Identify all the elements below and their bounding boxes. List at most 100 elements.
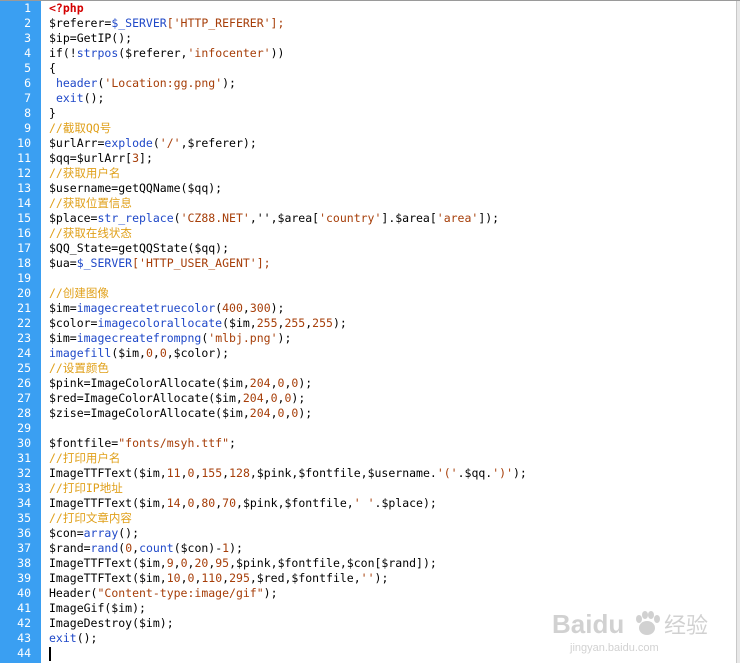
line-number: 24	[17, 346, 31, 360]
code-token: );	[374, 571, 389, 585]
code-area[interactable]: <?php $referer=$_SERVER['HTTP_REFERER']; $…	[41, 1, 740, 663]
code-token: imagecolorallocate	[97, 316, 223, 330]
line-number: 26	[17, 376, 31, 390]
code-token: <?php	[49, 1, 84, 15]
code-token: ))	[270, 46, 285, 60]
code-token: $_SERVER	[111, 16, 167, 30]
code-token: //获取在线状态	[49, 226, 132, 240]
code-token: ,	[263, 391, 271, 405]
line-number: 5	[24, 61, 31, 75]
code-line[interactable]: //截取QQ号	[49, 121, 740, 136]
code-token: ,	[180, 496, 188, 510]
code-line[interactable]: $qq=$urlArr[3];	[49, 151, 740, 166]
code-line[interactable]: //创建图像	[49, 286, 740, 301]
code-token: 204	[249, 376, 271, 390]
code-line[interactable]: imagefill($im,0,0,$color);	[49, 346, 740, 361]
code-token: ImageTTFText($im,	[49, 466, 167, 480]
code-line[interactable]: //打印用户名	[49, 451, 740, 466]
code-token: 'mlbj.png'	[208, 331, 278, 345]
code-line[interactable]: $pink=ImageColorAllocate($im,204,0,0);	[49, 376, 740, 391]
code-line[interactable]: $urlArr=explode('/',$referer);	[49, 136, 740, 151]
code-line[interactable]: ImageTTFText($im,9,0,20,95,$pink,$fontfi…	[49, 556, 740, 571]
code-token: $red=ImageColorAllocate($im,	[49, 391, 243, 405]
code-line[interactable]: //获取用户名	[49, 166, 740, 181]
code-token: ,$pink,$fontfile,	[236, 496, 354, 510]
code-line[interactable]: $ip=GetIP();	[49, 31, 740, 46]
code-token: imagecreatetruecolor	[76, 301, 216, 315]
code-line[interactable]: $fontfile="fonts/msyh.ttf";	[49, 436, 740, 451]
code-line[interactable]: $QQ_State=getQQState($qq);	[49, 241, 740, 256]
code-line[interactable]: $im=imagecreatetruecolor(400,300);	[49, 301, 740, 316]
line-number: 10	[17, 136, 31, 150]
code-line[interactable]: <?php	[49, 1, 740, 16]
code-line[interactable]: exit();	[49, 91, 740, 106]
code-line[interactable]: header('Location:gg.png');	[49, 76, 740, 91]
code-token: 255	[284, 316, 306, 330]
code-token: array	[83, 526, 119, 540]
code-token: .$place);	[374, 496, 437, 510]
code-token: count	[139, 541, 174, 555]
code-token: ,	[180, 466, 188, 480]
code-line[interactable]: $zise=ImageColorAllocate($im,204,0,0);	[49, 406, 740, 421]
line-number: 28	[17, 406, 31, 420]
code-line[interactable]: if(!strpos($referer,'infocenter'))	[49, 46, 740, 61]
code-line[interactable]: $username=getQQName($qq);	[49, 181, 740, 196]
code-token: "fonts/msyh.ttf"	[118, 436, 230, 450]
line-number: 1	[24, 1, 31, 15]
line-number: 35	[17, 511, 31, 525]
code-token: );	[291, 391, 306, 405]
code-line[interactable]: $referer=$_SERVER['HTTP_REFERER'];	[49, 16, 740, 31]
code-token: $qq=$urlArr[	[49, 151, 133, 165]
code-token: //打印用户名	[49, 451, 121, 465]
code-line[interactable]: //设置颜色	[49, 361, 740, 376]
code-line[interactable]: $color=imagecolorallocate($im,255,255,25…	[49, 316, 740, 331]
text-caret	[49, 647, 51, 661]
code-token: );	[222, 76, 236, 90]
code-token: ,$pink,$fontfile,$con[$rand]);	[229, 556, 437, 570]
line-number: 2	[24, 16, 31, 30]
code-line[interactable]: $red=ImageColorAllocate($im,204,0,0);	[49, 391, 740, 406]
code-token: 128	[229, 466, 250, 480]
code-token: $rand=	[49, 541, 91, 555]
code-token: header	[55, 76, 98, 90]
code-line[interactable]: Header("Content-type:image/gif");	[49, 586, 740, 601]
line-number: 36	[17, 526, 31, 540]
code-line[interactable]: $con=array();	[49, 526, 740, 541]
code-token: $username=getQQName($qq);	[49, 181, 223, 195]
code-token: '/'	[159, 136, 181, 150]
code-line[interactable]: //获取在线状态	[49, 226, 740, 241]
code-line[interactable]	[49, 271, 740, 286]
code-line[interactable]	[49, 421, 740, 436]
code-line[interactable]: {	[49, 61, 740, 76]
line-number: 12	[17, 166, 31, 180]
code-line[interactable]: }	[49, 106, 740, 121]
code-token: 20	[194, 556, 209, 570]
code-token: 70	[222, 496, 237, 510]
code-line[interactable]: ImageTTFText($im,10,0,110,295,$red,$font…	[49, 571, 740, 586]
line-number: 32	[17, 466, 31, 480]
code-line[interactable]: $im=imagecreatefrompng('mlbj.png');	[49, 331, 740, 346]
code-token: );	[270, 301, 285, 315]
code-token: );	[513, 466, 527, 480]
code-token: 11	[166, 466, 181, 480]
code-line[interactable]: ImageTTFText($im,14,0,80,70,$pink,$fontf…	[49, 496, 740, 511]
code-line[interactable]: $ua=$_SERVER['HTTP_USER_AGENT'];	[49, 256, 740, 271]
code-token: //打印文章内容	[49, 511, 132, 525]
code-editor[interactable]: 1 2 3 4 5 6 7 8 9 10 11 12 13 14 15 16 17 18 19 20 21 22 23 24 2…	[0, 0, 740, 663]
code-line[interactable]: //获取位置信息	[49, 196, 740, 211]
code-line[interactable]: $rand=rand(0,count($con)-1);	[49, 541, 740, 556]
line-number: 44	[17, 646, 31, 660]
code-token: 3	[132, 151, 140, 165]
code-line[interactable]: $place=str_replace('CZ88.NET','',$area['…	[49, 211, 740, 226]
line-number: 20	[17, 286, 31, 300]
code-line[interactable]: //打印文章内容	[49, 511, 740, 526]
code-line[interactable]: //打印IP地址	[49, 481, 740, 496]
code-token: );	[263, 586, 278, 600]
code-token: ,	[152, 346, 160, 360]
line-number: 30	[17, 436, 31, 450]
code-line[interactable]: ImageTTFText($im,11,0,155,128,$pink,$fon…	[49, 466, 740, 481]
code-token: }	[49, 106, 56, 120]
code-token: exit	[49, 631, 77, 645]
code-token: 255	[256, 316, 278, 330]
